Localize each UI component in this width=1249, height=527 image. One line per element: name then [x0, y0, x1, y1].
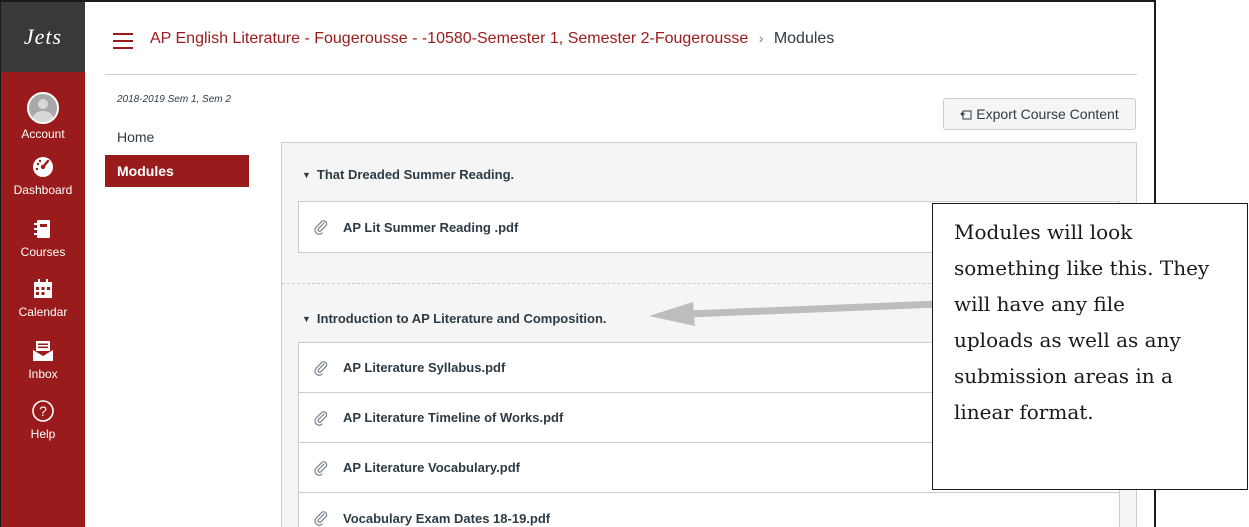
callout-arrow-icon	[649, 300, 940, 326]
global-nav-label: Courses	[20, 245, 66, 259]
annotation-callout: Modules will look something like this. T…	[932, 203, 1248, 490]
breadcrumb: AP English Literature - Fougerousse - -1…	[150, 30, 834, 48]
global-nav-label: Help	[30, 427, 56, 441]
export-icon	[960, 110, 972, 120]
module-title: That Dreaded Summer Reading.	[316, 167, 515, 182]
calendar-icon	[34, 279, 52, 298]
global-nav-calendar[interactable]: Calendar	[1, 276, 85, 319]
module-item-title[interactable]: AP Lit Summer Reading .pdf	[343, 220, 518, 235]
course-navigation: 2018-2019 Sem 1, Sem 2 Home Modules	[105, 94, 249, 187]
global-navigation: Jets Account Dashboard Courses Calendar …	[1, 2, 85, 527]
export-course-content-button[interactable]: Export Course Content	[943, 98, 1136, 130]
account-avatar	[27, 92, 59, 124]
inbox-icon	[33, 341, 53, 361]
breadcrumb-separator-icon: ›	[758, 30, 764, 46]
module-header[interactable]: ▼ That Dreaded Summer Reading.	[302, 167, 514, 182]
attachment-icon	[314, 220, 328, 235]
school-logo[interactable]: Jets	[1, 2, 85, 72]
callout-line: uploads as well as any	[954, 328, 1181, 352]
callout-line: something like this. They	[954, 256, 1210, 280]
logo-text: Jets	[23, 24, 63, 49]
page-header: AP English Literature - Fougerousse - -1…	[105, 2, 1137, 75]
collapse-caret-icon[interactable]: ▼	[302, 314, 311, 324]
hamburger-menu-icon[interactable]	[113, 33, 133, 49]
callout-line: submission areas in a	[954, 364, 1173, 388]
module-item-title[interactable]: Vocabulary Exam Dates 18-19.pdf	[343, 511, 550, 526]
module-item-title[interactable]: AP Literature Syllabus.pdf	[343, 360, 505, 375]
callout-line: linear format.	[954, 400, 1094, 424]
attachment-icon	[314, 410, 328, 426]
attachment-icon	[314, 511, 328, 526]
module-title: Introduction to AP Literature and Compos…	[316, 311, 607, 326]
global-nav-label: Inbox	[28, 367, 58, 381]
attachment-icon	[314, 360, 328, 376]
global-nav-dashboard[interactable]: Dashboard	[1, 154, 85, 197]
global-nav-label: Account	[21, 127, 65, 141]
term-label: 2018-2019 Sem 1, Sem 2	[117, 94, 231, 105]
export-button-label: Export Course Content	[976, 106, 1119, 122]
breadcrumb-current-page: Modules	[773, 30, 835, 47]
module-header[interactable]: ▼ Introduction to AP Literature and Compo…	[302, 311, 607, 326]
course-nav-modules[interactable]: Modules	[105, 155, 249, 187]
collapse-caret-icon[interactable]: ▼	[302, 170, 311, 180]
global-nav-account[interactable]: Account	[1, 92, 85, 141]
module-item-title[interactable]: AP Literature Vocabulary.pdf	[343, 460, 520, 475]
courses-book-icon	[34, 220, 50, 238]
global-nav-label: Dashboard	[13, 183, 73, 197]
dashboard-gauge-icon	[33, 157, 53, 177]
module-item-title[interactable]: AP Literature Timeline of Works.pdf	[343, 410, 563, 425]
help-icon: ?	[32, 400, 54, 422]
module-item[interactable]: Vocabulary Exam Dates 18-19.pdf	[299, 493, 1119, 527]
svg-text:?: ?	[39, 403, 47, 419]
callout-line: Modules will look	[954, 220, 1133, 244]
global-nav-label: Calendar	[18, 305, 68, 319]
callout-line: will have any file	[954, 292, 1125, 316]
breadcrumb-course-link[interactable]: AP English Literature - Fougerousse - -1…	[150, 30, 748, 47]
course-nav-home[interactable]: Home	[105, 121, 249, 153]
global-nav-inbox[interactable]: Inbox	[1, 338, 85, 381]
global-nav-courses[interactable]: Courses	[1, 216, 85, 259]
global-nav-help[interactable]: ? Help	[1, 398, 85, 441]
attachment-icon	[314, 460, 328, 476]
